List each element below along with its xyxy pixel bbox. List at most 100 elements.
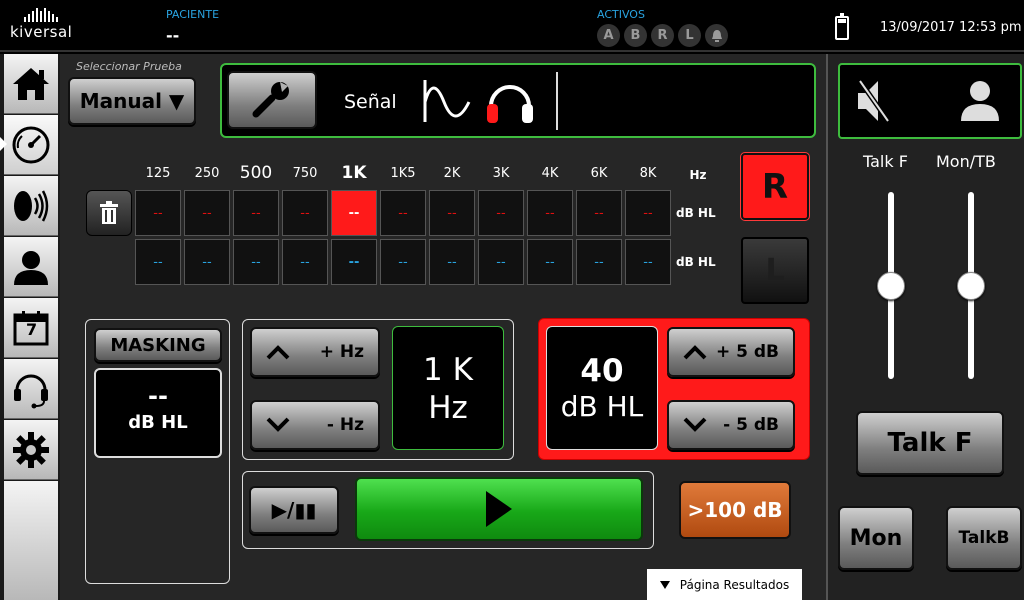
decrease-intensity-button[interactable]: - 5 dB bbox=[667, 400, 795, 450]
results-page-button[interactable]: Página Resultados bbox=[647, 569, 802, 600]
calendar-day: 7 bbox=[26, 320, 38, 339]
freq-label-1k5: 1K5 bbox=[390, 166, 416, 181]
gauge-icon bbox=[12, 126, 50, 163]
left-cell-1k5[interactable]: -- bbox=[380, 239, 426, 285]
sidebar-item-home[interactable] bbox=[4, 54, 58, 114]
left-cell-500[interactable]: -- bbox=[233, 239, 279, 285]
left-cell-750[interactable]: -- bbox=[282, 239, 328, 285]
freq-label-750: 750 bbox=[292, 166, 318, 181]
left-cell-8k[interactable]: -- bbox=[625, 239, 671, 285]
datetime: 13/09/2017 12:53 pm bbox=[880, 20, 1022, 35]
sidebar-item-calendar[interactable]: 7 bbox=[4, 298, 58, 358]
frequency-unit: Hz bbox=[428, 390, 468, 426]
signal-label: Señal bbox=[344, 91, 397, 113]
speaker-muted-icon[interactable] bbox=[854, 77, 894, 125]
active-l-indicator: L bbox=[678, 24, 701, 47]
patient-value[interactable]: -- bbox=[166, 26, 179, 45]
talk-f-slider-knob[interactable] bbox=[877, 271, 905, 300]
active-label: ACTIVOS bbox=[597, 8, 645, 21]
freq-label-6k: 6K bbox=[590, 166, 608, 181]
right-ear-button[interactable]: R bbox=[741, 153, 809, 220]
freq-label-1k: 1K bbox=[341, 163, 367, 183]
monitor-button[interactable]: Mon bbox=[838, 506, 914, 570]
chevron-up-icon bbox=[266, 345, 290, 360]
settings-wrench-button[interactable] bbox=[227, 71, 317, 129]
decrease-frequency-label: - Hz bbox=[326, 415, 364, 435]
masking-value-display: -- dB HL bbox=[94, 368, 222, 458]
headphones-icon[interactable] bbox=[484, 78, 536, 126]
left-cell-4k[interactable]: -- bbox=[527, 239, 573, 285]
sidebar-item-support[interactable] bbox=[4, 359, 58, 419]
talk-forward-button[interactable]: Talk F bbox=[856, 411, 1004, 475]
top-bar: kiversal PACIENTE -- ACTIVOS A B R L 13/… bbox=[0, 0, 1024, 52]
right-cell-125[interactable]: -- bbox=[135, 190, 181, 236]
right-cell-500[interactable]: -- bbox=[233, 190, 279, 236]
right-cell-1k5[interactable]: -- bbox=[380, 190, 426, 236]
freq-label-8k: 8K bbox=[639, 166, 657, 181]
logo-text: kiversal bbox=[10, 23, 73, 41]
freq-label-4k: 4K bbox=[541, 166, 559, 181]
chevron-down-icon bbox=[266, 417, 290, 432]
sidebar-item-speaker[interactable] bbox=[4, 176, 58, 236]
frequency-value: 1 K bbox=[423, 352, 473, 388]
bell-icon bbox=[705, 24, 728, 47]
speaker-sound-icon bbox=[14, 189, 49, 222]
increase-intensity-button[interactable]: + 5 dB bbox=[667, 327, 795, 377]
select-test-label: Seleccionar Prueba bbox=[76, 60, 182, 73]
masking-value: -- bbox=[148, 382, 168, 410]
wrench-icon bbox=[252, 82, 289, 118]
patient-label: PACIENTE bbox=[166, 8, 220, 21]
left-cell-1k[interactable]: -- bbox=[331, 239, 377, 285]
right-cell-6k[interactable]: -- bbox=[576, 190, 622, 236]
active-a-indicator: A bbox=[597, 24, 620, 47]
right-cell-3k[interactable]: -- bbox=[478, 190, 524, 236]
decrease-frequency-button[interactable]: - Hz bbox=[250, 400, 380, 450]
manual-test-dropdown[interactable]: Manual ▼ bbox=[68, 77, 196, 125]
frequency-display: 1 K Hz bbox=[392, 326, 504, 450]
mon-tb-slider-label: Mon/TB bbox=[936, 152, 996, 171]
right-cell-4k[interactable]: -- bbox=[527, 190, 573, 236]
user-icon bbox=[14, 250, 48, 285]
sidebar-empty bbox=[4, 481, 58, 600]
freq-label-3k: 3K bbox=[492, 166, 510, 181]
gear-icon bbox=[13, 431, 49, 468]
present-stimulus-button[interactable] bbox=[355, 477, 643, 541]
active-b-indicator: B bbox=[624, 24, 647, 47]
headset-icon bbox=[14, 374, 48, 408]
right-cell-750[interactable]: -- bbox=[282, 190, 328, 236]
extended-range-button[interactable]: >100 dB bbox=[679, 481, 791, 539]
right-cell-250[interactable]: -- bbox=[184, 190, 230, 236]
active-indicators: A B R L bbox=[597, 24, 728, 47]
talk-f-slider-label: Talk F bbox=[863, 152, 908, 171]
right-cell-2k[interactable]: -- bbox=[429, 190, 475, 236]
left-ear-button[interactable]: L bbox=[741, 237, 809, 304]
sidebar-item-settings[interactable] bbox=[4, 420, 58, 480]
left-cell-3k[interactable]: -- bbox=[478, 239, 524, 285]
monitor-status-panel bbox=[838, 63, 1022, 139]
masking-button[interactable]: MASKING bbox=[94, 328, 222, 362]
user-icon[interactable] bbox=[958, 77, 1002, 123]
home-icon bbox=[13, 67, 49, 100]
clear-results-button[interactable] bbox=[86, 190, 132, 236]
freq-label-250: 250 bbox=[194, 166, 220, 181]
left-cell-2k[interactable]: -- bbox=[429, 239, 475, 285]
talkback-button[interactable]: TalkB bbox=[946, 506, 1022, 570]
left-row-unit: dB HL bbox=[676, 255, 716, 269]
left-cell-250[interactable]: -- bbox=[184, 239, 230, 285]
left-cell-125[interactable]: -- bbox=[135, 239, 181, 285]
right-row-unit: dB HL bbox=[676, 206, 716, 220]
sidebar-item-patient[interactable] bbox=[4, 237, 58, 297]
freq-unit-label: Hz bbox=[689, 168, 707, 182]
play-pause-button[interactable]: ▶/▮▮ bbox=[249, 486, 339, 534]
increase-frequency-button[interactable]: + Hz bbox=[250, 327, 380, 377]
sine-wave-icon[interactable] bbox=[422, 78, 474, 124]
intensity-unit: dB HL bbox=[560, 390, 644, 423]
sidebar-item-test[interactable] bbox=[4, 115, 58, 175]
battery-icon bbox=[835, 13, 849, 40]
trash-icon bbox=[100, 201, 118, 224]
right-cell-1k[interactable]: -- bbox=[331, 190, 377, 236]
right-cell-8k[interactable]: -- bbox=[625, 190, 671, 236]
mon-tb-slider-knob[interactable] bbox=[957, 271, 985, 300]
left-cell-6k[interactable]: -- bbox=[576, 239, 622, 285]
freq-label-500: 500 bbox=[239, 163, 273, 183]
